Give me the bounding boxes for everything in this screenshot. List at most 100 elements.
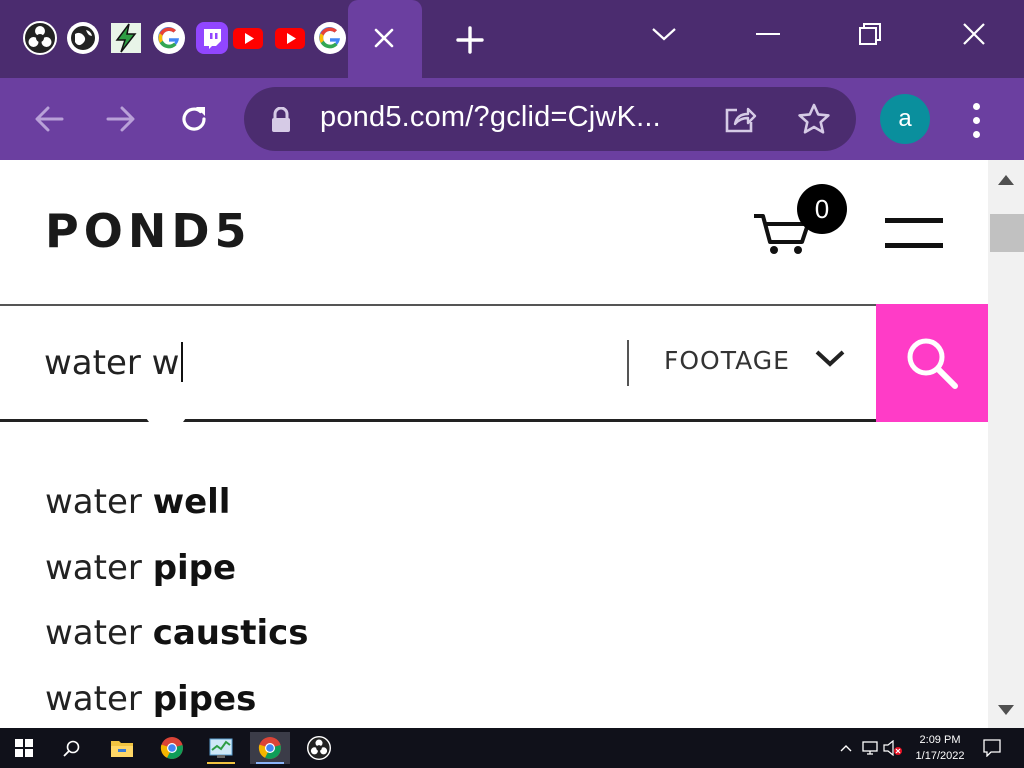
taskbar-search-button[interactable] bbox=[52, 732, 92, 764]
taskbar-task-manager[interactable] bbox=[201, 732, 241, 764]
tab-twitch[interactable] bbox=[194, 20, 230, 56]
arrow-right-icon bbox=[106, 106, 135, 132]
youtube-icon bbox=[233, 28, 263, 49]
search-query: water w bbox=[44, 343, 180, 383]
suggestion-prefix: water bbox=[45, 613, 153, 653]
profile-avatar[interactable]: a bbox=[880, 94, 930, 144]
share-button[interactable] bbox=[722, 101, 758, 137]
tab-globe[interactable] bbox=[65, 20, 101, 56]
kebab-dot bbox=[972, 102, 980, 110]
start-button[interactable] bbox=[4, 732, 44, 764]
kebab-dot bbox=[972, 116, 980, 124]
page-scrollbar[interactable] bbox=[988, 160, 1024, 728]
menu-bar bbox=[885, 243, 943, 248]
search-input[interactable]: water w bbox=[44, 342, 183, 383]
site-logo[interactable]: POND5 bbox=[45, 204, 252, 258]
suggestion-prefix: water bbox=[45, 678, 153, 719]
reload-button[interactable] bbox=[172, 97, 216, 141]
browser-toolbar: pond5.com/?gclid=CjwK... a bbox=[0, 78, 1024, 160]
google-icon bbox=[314, 22, 346, 54]
taskbar-chrome[interactable] bbox=[152, 732, 192, 764]
tab-obs[interactable] bbox=[22, 20, 58, 56]
tab-youtube-1[interactable] bbox=[230, 20, 266, 56]
back-button[interactable] bbox=[27, 97, 71, 141]
search-icon bbox=[63, 740, 80, 757]
close-icon bbox=[374, 28, 394, 48]
action-center-button[interactable] bbox=[980, 728, 1004, 768]
text-caret bbox=[180, 342, 183, 382]
chrome-icon bbox=[160, 737, 183, 759]
lock-icon[interactable] bbox=[270, 107, 292, 133]
suggestion-completion: caustics bbox=[152, 613, 309, 653]
close-window-button[interactable] bbox=[952, 12, 996, 56]
network-icon bbox=[862, 741, 878, 755]
tab-google-2[interactable] bbox=[312, 20, 348, 56]
dropdown-pointer bbox=[146, 418, 186, 426]
close-tab-button[interactable] bbox=[366, 20, 402, 56]
tab-google-1[interactable] bbox=[151, 20, 187, 56]
suggestion-item[interactable]: water pipe bbox=[45, 544, 309, 610]
url-text[interactable]: pond5.com/?gclid=CjwK... bbox=[320, 101, 661, 134]
search-submit-button[interactable] bbox=[876, 304, 988, 422]
network-tray-button[interactable] bbox=[860, 728, 882, 768]
volume-muted-icon bbox=[883, 740, 902, 756]
task-manager-icon bbox=[209, 738, 233, 758]
hamburger-menu-button[interactable] bbox=[885, 218, 943, 248]
scroll-up-button[interactable] bbox=[988, 162, 1024, 198]
kebab-dot bbox=[972, 130, 980, 138]
cart-count-badge[interactable]: 0 bbox=[797, 184, 847, 234]
triangle-down-icon bbox=[998, 705, 1014, 715]
arrow-left-icon bbox=[35, 106, 64, 132]
taskbar-chrome-active[interactable] bbox=[250, 732, 290, 764]
menu-bar bbox=[885, 218, 943, 223]
file-explorer-icon bbox=[111, 741, 133, 757]
address-bar[interactable]: pond5.com/?gclid=CjwK... bbox=[244, 87, 856, 151]
suggestion-completion: pipe bbox=[152, 547, 237, 588]
search-suggestions: water well water pipe water caustics wat… bbox=[45, 478, 309, 728]
taskbar-file-explorer[interactable] bbox=[102, 732, 142, 764]
suggestion-item[interactable]: water pipes bbox=[45, 675, 309, 729]
media-type-select[interactable]: FOOTAGE bbox=[664, 346, 790, 375]
running-indicator bbox=[207, 762, 235, 764]
taskbar-clock[interactable]: 2:09 PM 1/17/2022 bbox=[904, 732, 976, 764]
tab-lightning[interactable] bbox=[108, 20, 144, 56]
forward-button[interactable] bbox=[99, 97, 143, 141]
browser-menu-button[interactable] bbox=[962, 100, 990, 140]
tab-youtube-2[interactable] bbox=[272, 20, 308, 56]
search-divider bbox=[627, 340, 629, 386]
star-icon bbox=[798, 103, 830, 134]
tab-strip bbox=[0, 0, 1024, 78]
tab-search-button[interactable] bbox=[642, 12, 686, 56]
notification-icon bbox=[983, 739, 1001, 757]
obs-icon bbox=[307, 736, 331, 760]
google-icon bbox=[153, 22, 185, 54]
windows-taskbar: 2:09 PM 1/17/2022 bbox=[0, 728, 1024, 768]
suggestion-completion: well bbox=[152, 482, 231, 522]
search-icon bbox=[907, 338, 958, 389]
pond5-page: POND5 0 water w FOOTAGE water well water… bbox=[0, 160, 988, 728]
suggestion-completion: pipes bbox=[152, 678, 257, 719]
restore-icon bbox=[859, 23, 881, 45]
close-icon bbox=[963, 23, 985, 45]
bookmark-button[interactable] bbox=[796, 101, 832, 137]
triangle-up-icon bbox=[998, 175, 1014, 185]
youtube-icon bbox=[275, 28, 305, 49]
chevron-up-icon bbox=[840, 745, 852, 752]
suggestion-prefix: water bbox=[45, 547, 153, 588]
chevron-down-icon bbox=[652, 28, 676, 41]
scroll-down-button[interactable] bbox=[988, 692, 1024, 728]
taskbar-obs[interactable] bbox=[299, 732, 339, 764]
twitch-icon bbox=[196, 22, 228, 54]
new-tab-button[interactable] bbox=[450, 20, 490, 60]
suggestion-prefix: water bbox=[45, 482, 153, 522]
volume-tray-button[interactable] bbox=[882, 728, 904, 768]
windows-start-icon bbox=[15, 739, 33, 757]
chevron-down-icon[interactable] bbox=[814, 348, 846, 368]
globe-icon bbox=[67, 22, 99, 54]
suggestion-item[interactable]: water caustics bbox=[45, 609, 309, 675]
scroll-thumb[interactable] bbox=[990, 214, 1024, 252]
show-hidden-icons-button[interactable] bbox=[836, 728, 856, 768]
minimize-button[interactable] bbox=[746, 12, 790, 56]
restore-button[interactable] bbox=[848, 12, 892, 56]
suggestion-item[interactable]: water well bbox=[45, 478, 309, 544]
